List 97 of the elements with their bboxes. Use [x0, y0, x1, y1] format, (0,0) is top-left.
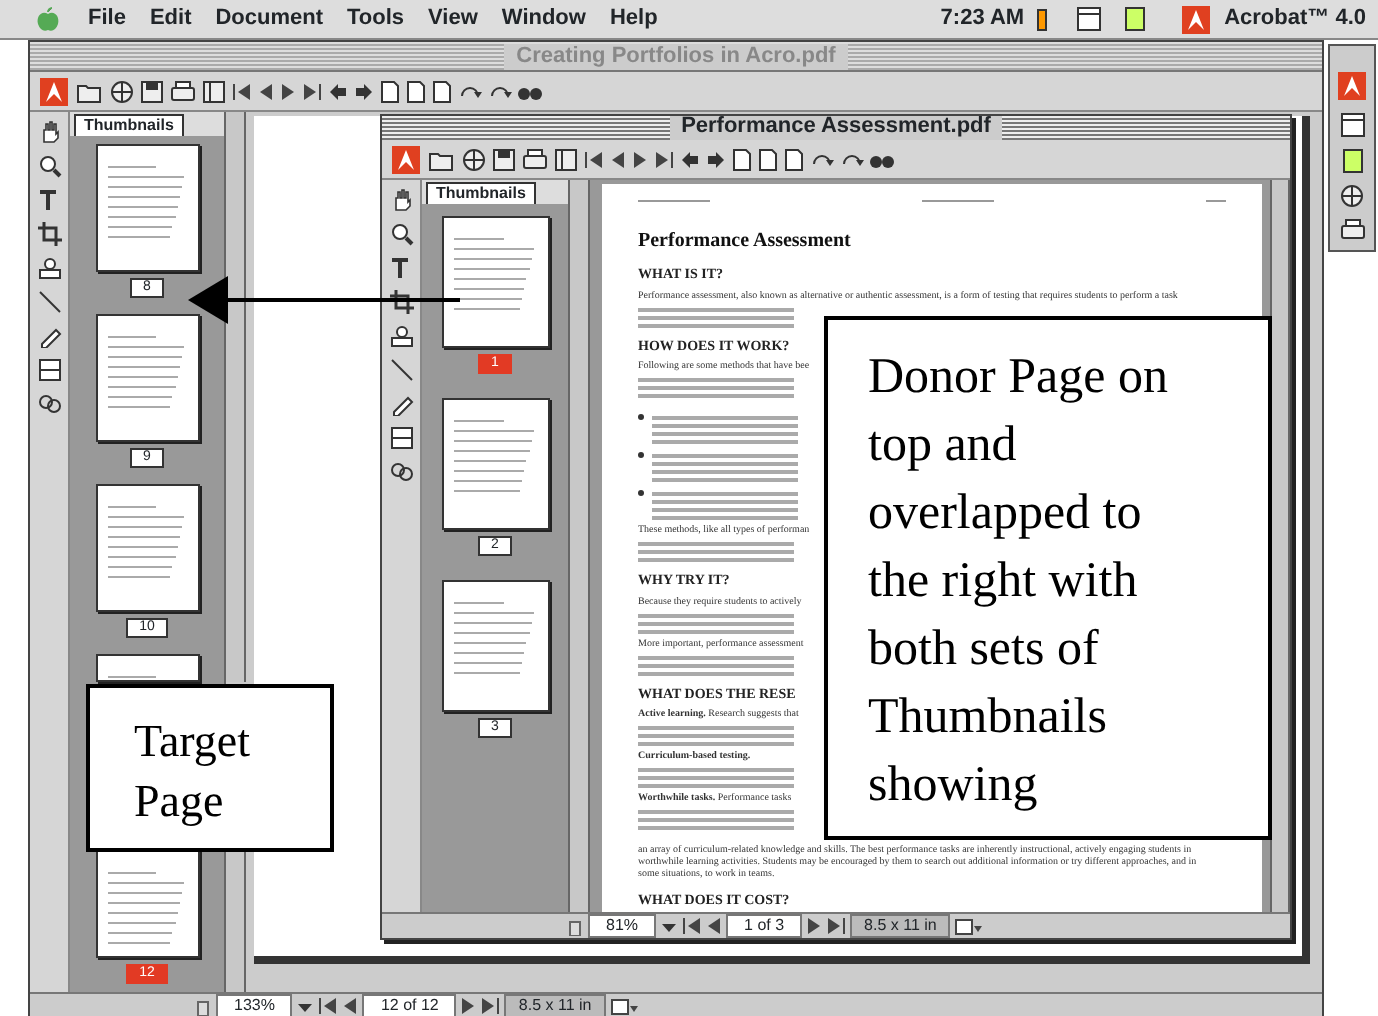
previous-page-icon[interactable]: [258, 81, 274, 101]
document-title: Performance Assessment: [638, 228, 851, 256]
last-page-icon[interactable]: [480, 996, 501, 1016]
acrobat-logo-icon[interactable]: [390, 143, 422, 175]
menu-item[interactable]: File: [76, 2, 138, 36]
page-thumbnail[interactable]: [441, 580, 549, 712]
page-thumbnail[interactable]: [95, 484, 199, 612]
next-page-icon[interactable]: [632, 149, 648, 169]
text-select-icon[interactable]: [37, 188, 61, 212]
hand-icon[interactable]: [389, 188, 413, 212]
page-icon[interactable]: [732, 147, 752, 171]
callout-text: Target Page: [86, 684, 334, 852]
film-icon[interactable]: [37, 358, 61, 382]
last-page-icon[interactable]: [654, 149, 674, 169]
page-size-text: 8.5 x 11 in: [850, 914, 951, 938]
film-icon[interactable]: [389, 426, 413, 450]
menu-item[interactable]: Help: [597, 2, 670, 36]
scroll-bar[interactable]: [570, 180, 590, 912]
acrobat-logo-icon[interactable]: [1180, 3, 1213, 35]
battery-icon[interactable]: [1036, 6, 1049, 32]
page-icon[interactable]: [432, 79, 452, 103]
save-icon[interactable]: [140, 79, 164, 103]
previous-page-icon[interactable]: [610, 149, 626, 169]
zoom-field[interactable]: 81%: [588, 914, 657, 938]
page-icon[interactable]: [380, 79, 400, 103]
globe-icon[interactable]: [110, 79, 134, 103]
page-size-text: 8.5 x 11 in: [504, 994, 606, 1016]
page-thumbnail[interactable]: [441, 398, 549, 530]
scroll-bar[interactable]: [226, 852, 246, 992]
acrobat-logo-icon[interactable]: [38, 75, 70, 107]
panel-tab[interactable]: Thumbnails: [74, 114, 184, 136]
first-page-icon[interactable]: [682, 916, 703, 936]
stamp-icon[interactable]: [37, 256, 61, 280]
first-page-icon[interactable]: [232, 81, 252, 101]
page-thumbnail[interactable]: [441, 216, 549, 348]
print-icon[interactable]: [522, 147, 548, 171]
pencil-icon[interactable]: [389, 392, 413, 416]
zoom-icon[interactable]: [37, 154, 61, 178]
trash-icon[interactable]: [194, 997, 212, 1015]
globe-icon[interactable]: [462, 147, 486, 171]
clock-text: 7:23 AM: [938, 4, 1027, 35]
page-icon[interactable]: [758, 147, 778, 171]
next-page-icon[interactable]: [280, 81, 296, 101]
link-icon[interactable]: [389, 460, 413, 484]
folder-icon[interactable]: [428, 147, 456, 171]
globe-icon[interactable]: [1340, 184, 1364, 208]
text-select-icon[interactable]: [389, 256, 413, 280]
zoom-field[interactable]: 133%: [216, 994, 293, 1016]
panel-tab[interactable]: Thumbnails: [426, 182, 536, 204]
line-icon[interactable]: [37, 290, 61, 314]
print-icon[interactable]: [170, 79, 196, 103]
callout-text: Donor Page on top and overlapped to the right with both sets of Thumbnails showing: [824, 316, 1272, 840]
page-number-field[interactable]: 12 of 12: [362, 994, 457, 1016]
panel-icon[interactable]: [202, 79, 226, 103]
first-page-icon[interactable]: [318, 996, 339, 1016]
page-thumbnail[interactable]: [95, 314, 199, 442]
window-title: Creating Portfolios in Acro.pdf: [504, 43, 848, 69]
last-page-icon[interactable]: [826, 916, 847, 936]
application-menu[interactable]: Acrobat™ 4.0: [1212, 2, 1378, 36]
acrobat-logo-icon[interactable]: [1336, 70, 1368, 102]
window-icon[interactable]: [1076, 6, 1103, 32]
forward-arrow-icon[interactable]: [354, 81, 374, 101]
page-number-field[interactable]: 1 of 3: [726, 914, 803, 938]
last-page-icon[interactable]: [302, 81, 322, 101]
back-arrow-icon[interactable]: [680, 149, 700, 169]
print-icon[interactable]: [1339, 218, 1365, 242]
zoom-icon[interactable]: [389, 222, 413, 246]
window-icon[interactable]: [1339, 112, 1365, 138]
page-thumbnail[interactable]: [95, 850, 199, 958]
page-icon[interactable]: [784, 147, 804, 171]
menu-item[interactable]: Window: [489, 2, 598, 36]
pencil-icon[interactable]: [37, 324, 61, 348]
menu-item[interactable]: View: [416, 2, 490, 36]
save-icon[interactable]: [492, 147, 516, 171]
crop-icon[interactable]: [389, 290, 413, 314]
page-thumbnail[interactable]: [95, 654, 199, 682]
crop-icon[interactable]: [37, 222, 61, 246]
page-icon[interactable]: [406, 79, 426, 103]
window-title: Performance Assessment.pdf: [669, 116, 1003, 140]
panel-icon[interactable]: [554, 147, 578, 171]
menu-item[interactable]: Edit: [137, 2, 204, 36]
scroll-bar[interactable]: [1270, 180, 1290, 912]
page-layout-icon[interactable]: [954, 917, 983, 935]
menu-item[interactable]: Tools: [335, 2, 417, 36]
folder-icon[interactable]: [76, 79, 104, 103]
first-page-icon[interactable]: [584, 149, 604, 169]
scroll-bar[interactable]: [226, 112, 246, 682]
page-layout-icon[interactable]: [609, 997, 638, 1015]
forward-arrow-icon[interactable]: [706, 149, 726, 169]
back-arrow-icon[interactable]: [328, 81, 348, 101]
page-thumbnail[interactable]: [95, 144, 199, 272]
link-icon[interactable]: [37, 392, 61, 416]
line-icon[interactable]: [389, 358, 413, 382]
stamp-icon[interactable]: [389, 324, 413, 348]
hand-icon[interactable]: [37, 120, 61, 144]
trash-icon[interactable]: [566, 917, 584, 935]
menu-item[interactable]: Document: [203, 2, 336, 36]
